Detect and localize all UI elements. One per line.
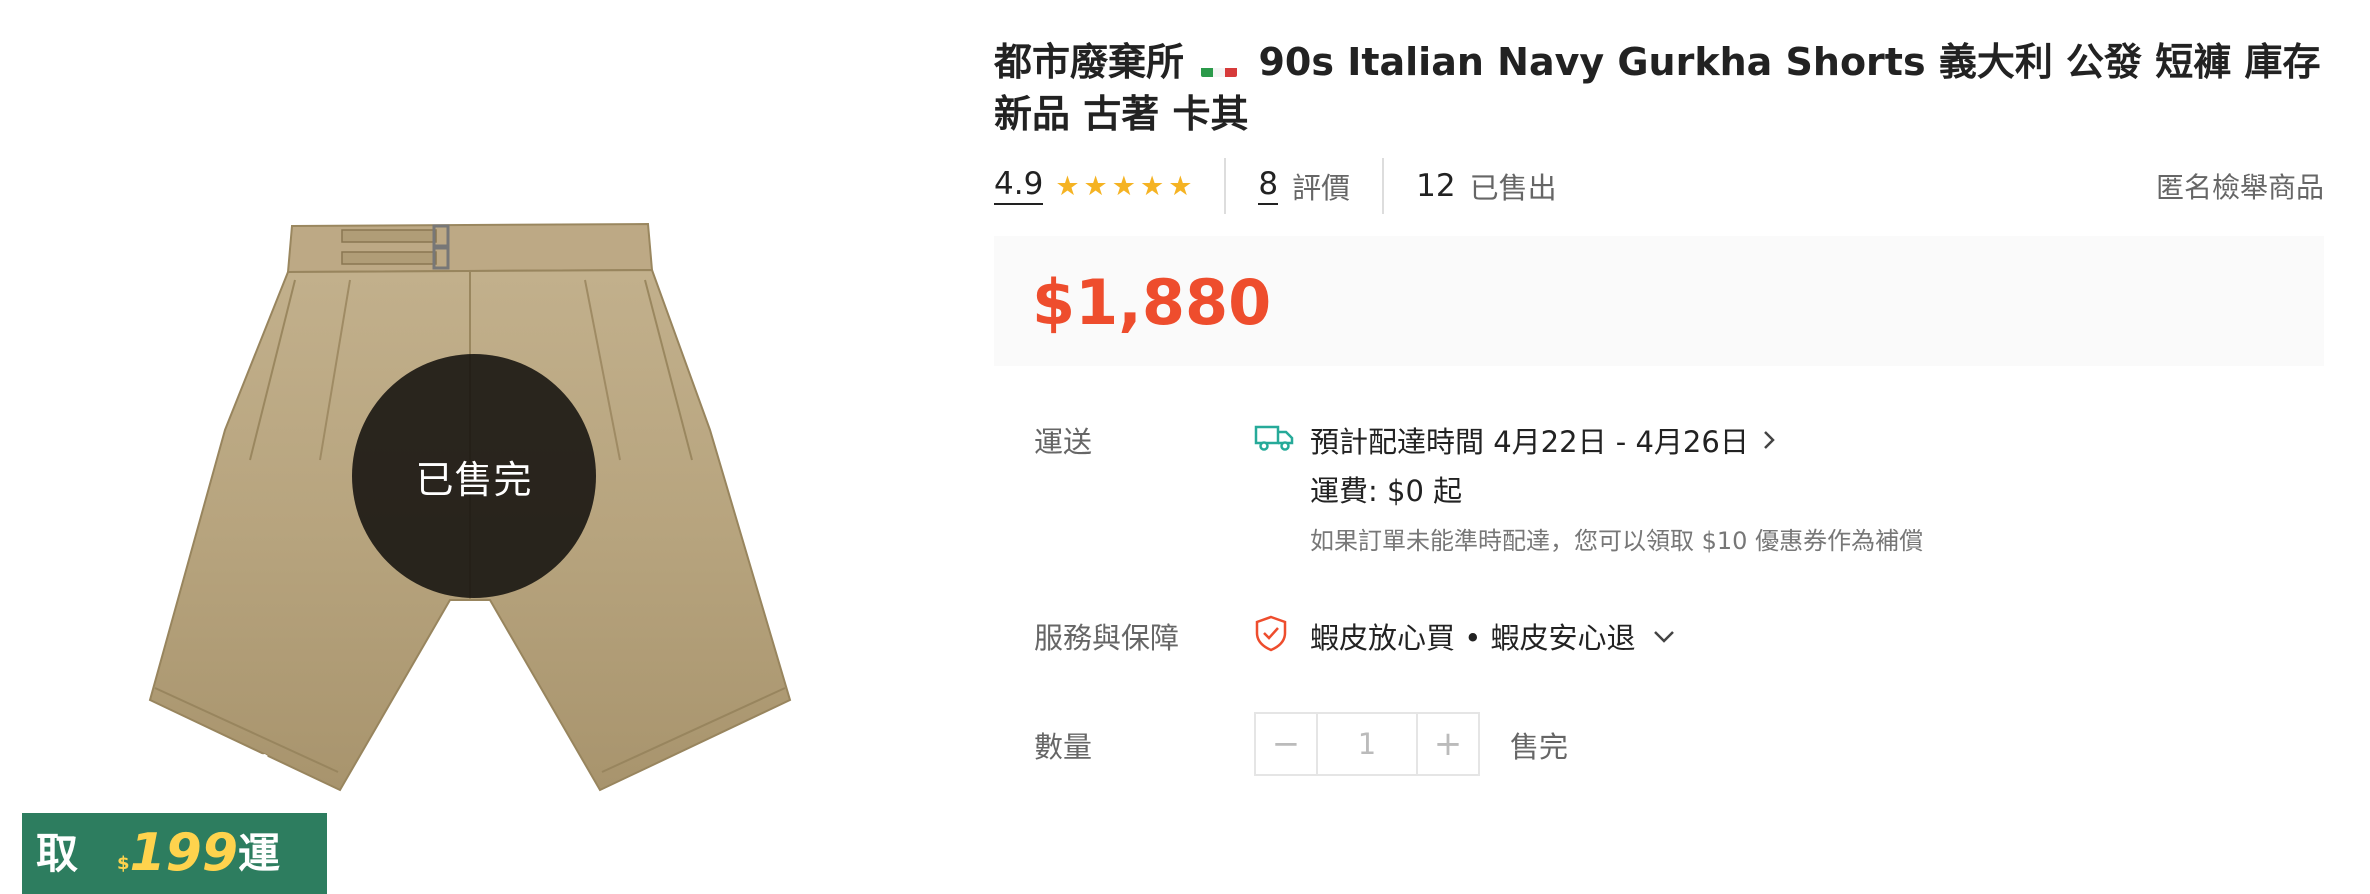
chevron-down-icon	[1653, 631, 1674, 643]
price-section: $1,880	[994, 236, 2324, 366]
title-prefix: 都市廢棄所	[994, 40, 1185, 84]
promo-prefix: 店取	[36, 748, 79, 878]
shield-check-icon	[1255, 615, 1287, 652]
product-image-panel[interactable]: 已售完 店取 $ 199 免運	[0, 0, 940, 894]
divider	[1224, 158, 1227, 214]
product-title: 都市廢棄所 90s Italian Navy Gurkha Shorts 義大利…	[994, 36, 2324, 140]
reviews-label: 評價	[1292, 171, 1351, 205]
soldout-overlay: 已售完	[352, 354, 596, 598]
shipping-eta-link[interactable]: 預計配達時間 4月22日 - 4月26日	[1310, 419, 1777, 461]
sold-label: 已售出	[1469, 171, 1557, 205]
guarantee-text: 蝦皮放心買 • 蝦皮安心退	[1310, 621, 1636, 655]
star-icon: ★	[1168, 170, 1193, 202]
reviews-count[interactable]: 8	[1258, 167, 1279, 205]
sold-count: 12	[1416, 168, 1456, 204]
guarantee-label: 服務與保障	[1034, 621, 1180, 655]
promo-banner: 店取 $ 199 免運	[22, 748, 327, 894]
star-icon: ★	[1111, 170, 1136, 202]
stock-status: 售完	[1510, 730, 1569, 764]
shipping-fee: 運費: $0 起	[1310, 474, 1463, 508]
product-info: 都市廢棄所 90s Italian Navy Gurkha Shorts 義大利…	[994, 0, 2334, 894]
title-english: 90s Italian Navy Gurkha Shorts	[1258, 40, 1926, 84]
shipping-label: 運送	[1034, 425, 1093, 459]
promo-currency: $	[116, 853, 130, 874]
promo-suffix: 免運	[238, 748, 281, 878]
quantity-stepper: − 1 +	[1254, 712, 1480, 776]
promo-amount: 199	[129, 823, 239, 883]
rating-row: 4.9 ★ ★ ★ ★ ★ 8 評價 12 已售出 匿名檢舉商品	[994, 156, 2324, 216]
decrease-button[interactable]: −	[1256, 714, 1318, 774]
quantity-label: 數量	[1034, 730, 1093, 764]
shipping-note: 如果訂單未能準時配達，您可以領取 $10 優惠券作為補償	[1310, 527, 1924, 555]
star-icon: ★	[1055, 170, 1080, 202]
guarantee-toggle[interactable]: 蝦皮放心買 • 蝦皮安心退	[1310, 615, 1676, 657]
rating-value[interactable]: 4.9	[994, 167, 1044, 205]
star-icon: ★	[1083, 170, 1108, 202]
star-icon: ★	[1139, 170, 1165, 202]
rating-stars: ★ ★ ★ ★ ★	[1055, 173, 1192, 200]
divider	[1382, 158, 1385, 214]
shipping-eta: 預計配達時間 4月22日 - 4月26日	[1310, 425, 1749, 459]
truck-icon	[1254, 425, 1294, 451]
italy-flag-icon	[1201, 53, 1238, 77]
price: $1,880	[1032, 266, 1272, 339]
increase-button[interactable]: +	[1416, 714, 1478, 774]
quantity-input[interactable]: 1	[1318, 714, 1416, 774]
report-product-link[interactable]: 匿名檢舉商品	[2156, 166, 2324, 206]
chevron-right-icon	[1763, 431, 1775, 449]
